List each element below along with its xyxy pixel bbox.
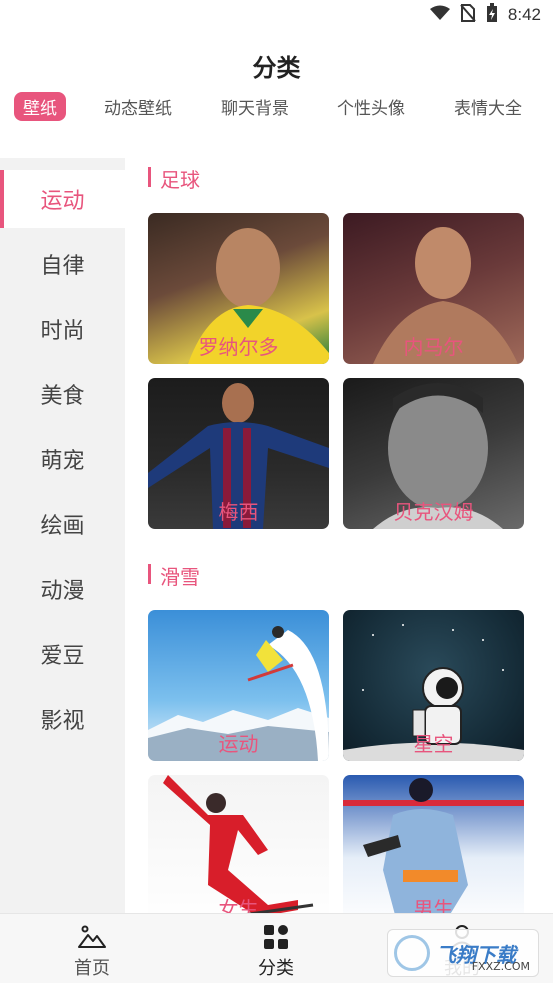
- no-sim-icon: [460, 4, 476, 26]
- tab-chat-background[interactable]: 聊天背景: [221, 94, 289, 119]
- watermark-sub: FXXZ.COM: [471, 960, 530, 973]
- nav-category[interactable]: 分类: [226, 924, 326, 980]
- wallpaper-card[interactable]: 贝克汉姆: [343, 378, 524, 529]
- battery-charging-icon: [486, 3, 498, 27]
- category-sidebar: 运动 自律 时尚 美食 萌宠 绘画 动漫 爱豆 影视: [0, 158, 125, 913]
- section-title-skiing: 滑雪: [148, 561, 200, 590]
- sidebar-item-pets[interactable]: 萌宠: [0, 430, 125, 488]
- nav-category-label: 分类: [258, 958, 294, 979]
- sidebar-item-discipline[interactable]: 自律: [0, 235, 125, 293]
- mountain-icon: [42, 924, 142, 952]
- tab-wallpaper[interactable]: 壁纸: [14, 92, 66, 121]
- sidebar-item-food[interactable]: 美食: [0, 365, 125, 423]
- card-label: 罗纳尔多: [198, 335, 279, 359]
- wifi-icon: [429, 5, 450, 25]
- sidebar-item-painting[interactable]: 绘画: [0, 495, 125, 553]
- status-time: 8:42: [507, 5, 541, 24]
- card-label: 男生: [413, 897, 454, 913]
- grid-icon: [226, 924, 326, 952]
- section-title-football: 足球: [148, 164, 200, 193]
- sidebar-item-idols[interactable]: 爱豆: [0, 625, 125, 683]
- nav-home[interactable]: 首页: [42, 924, 142, 980]
- wallpaper-card[interactable]: 梅西: [148, 378, 329, 529]
- wallpaper-card[interactable]: 罗纳尔多: [148, 213, 329, 364]
- card-label: 星空: [413, 732, 454, 756]
- card-label: 女生: [218, 897, 259, 913]
- card-label: 内马尔: [403, 335, 464, 359]
- sidebar-item-film[interactable]: 影视: [0, 690, 125, 748]
- page-title: 分类: [252, 54, 301, 82]
- watermark-logo-icon: [394, 935, 430, 971]
- wallpaper-card[interactable]: 内马尔: [343, 213, 524, 364]
- tab-live-wallpaper[interactable]: 动态壁纸: [104, 94, 172, 119]
- status-bar: 8:42: [0, 0, 553, 30]
- category-content: 足球 罗纳尔多 内马尔 梅西 贝克汉姆 滑雪 运动 星空 女生 男生: [125, 158, 553, 913]
- nav-home-label: 首页: [74, 958, 110, 979]
- bottom-nav: 首页 分类 我的 飞翔下载 FXXZ.COM: [0, 913, 553, 983]
- sidebar-item-fashion[interactable]: 时尚: [0, 300, 125, 358]
- site-watermark: 飞翔下载 FXXZ.COM: [387, 929, 539, 977]
- wallpaper-card[interactable]: 星空: [343, 610, 524, 761]
- sidebar-item-anime[interactable]: 动漫: [0, 560, 125, 618]
- wallpaper-card[interactable]: 女生: [148, 775, 329, 913]
- tab-avatar[interactable]: 个性头像: [337, 94, 405, 119]
- top-tab-bar: 壁纸 动态壁纸 聊天背景 个性头像 表情大全: [0, 90, 553, 124]
- card-label: 运动: [218, 732, 259, 756]
- card-label: 贝克汉姆: [393, 500, 474, 524]
- tab-emoji[interactable]: 表情大全: [454, 94, 522, 119]
- sidebar-item-sports[interactable]: 运动: [0, 170, 125, 228]
- card-label: 梅西: [218, 500, 259, 524]
- wallpaper-card[interactable]: 男生: [343, 775, 524, 913]
- wallpaper-card[interactable]: 运动: [148, 610, 329, 761]
